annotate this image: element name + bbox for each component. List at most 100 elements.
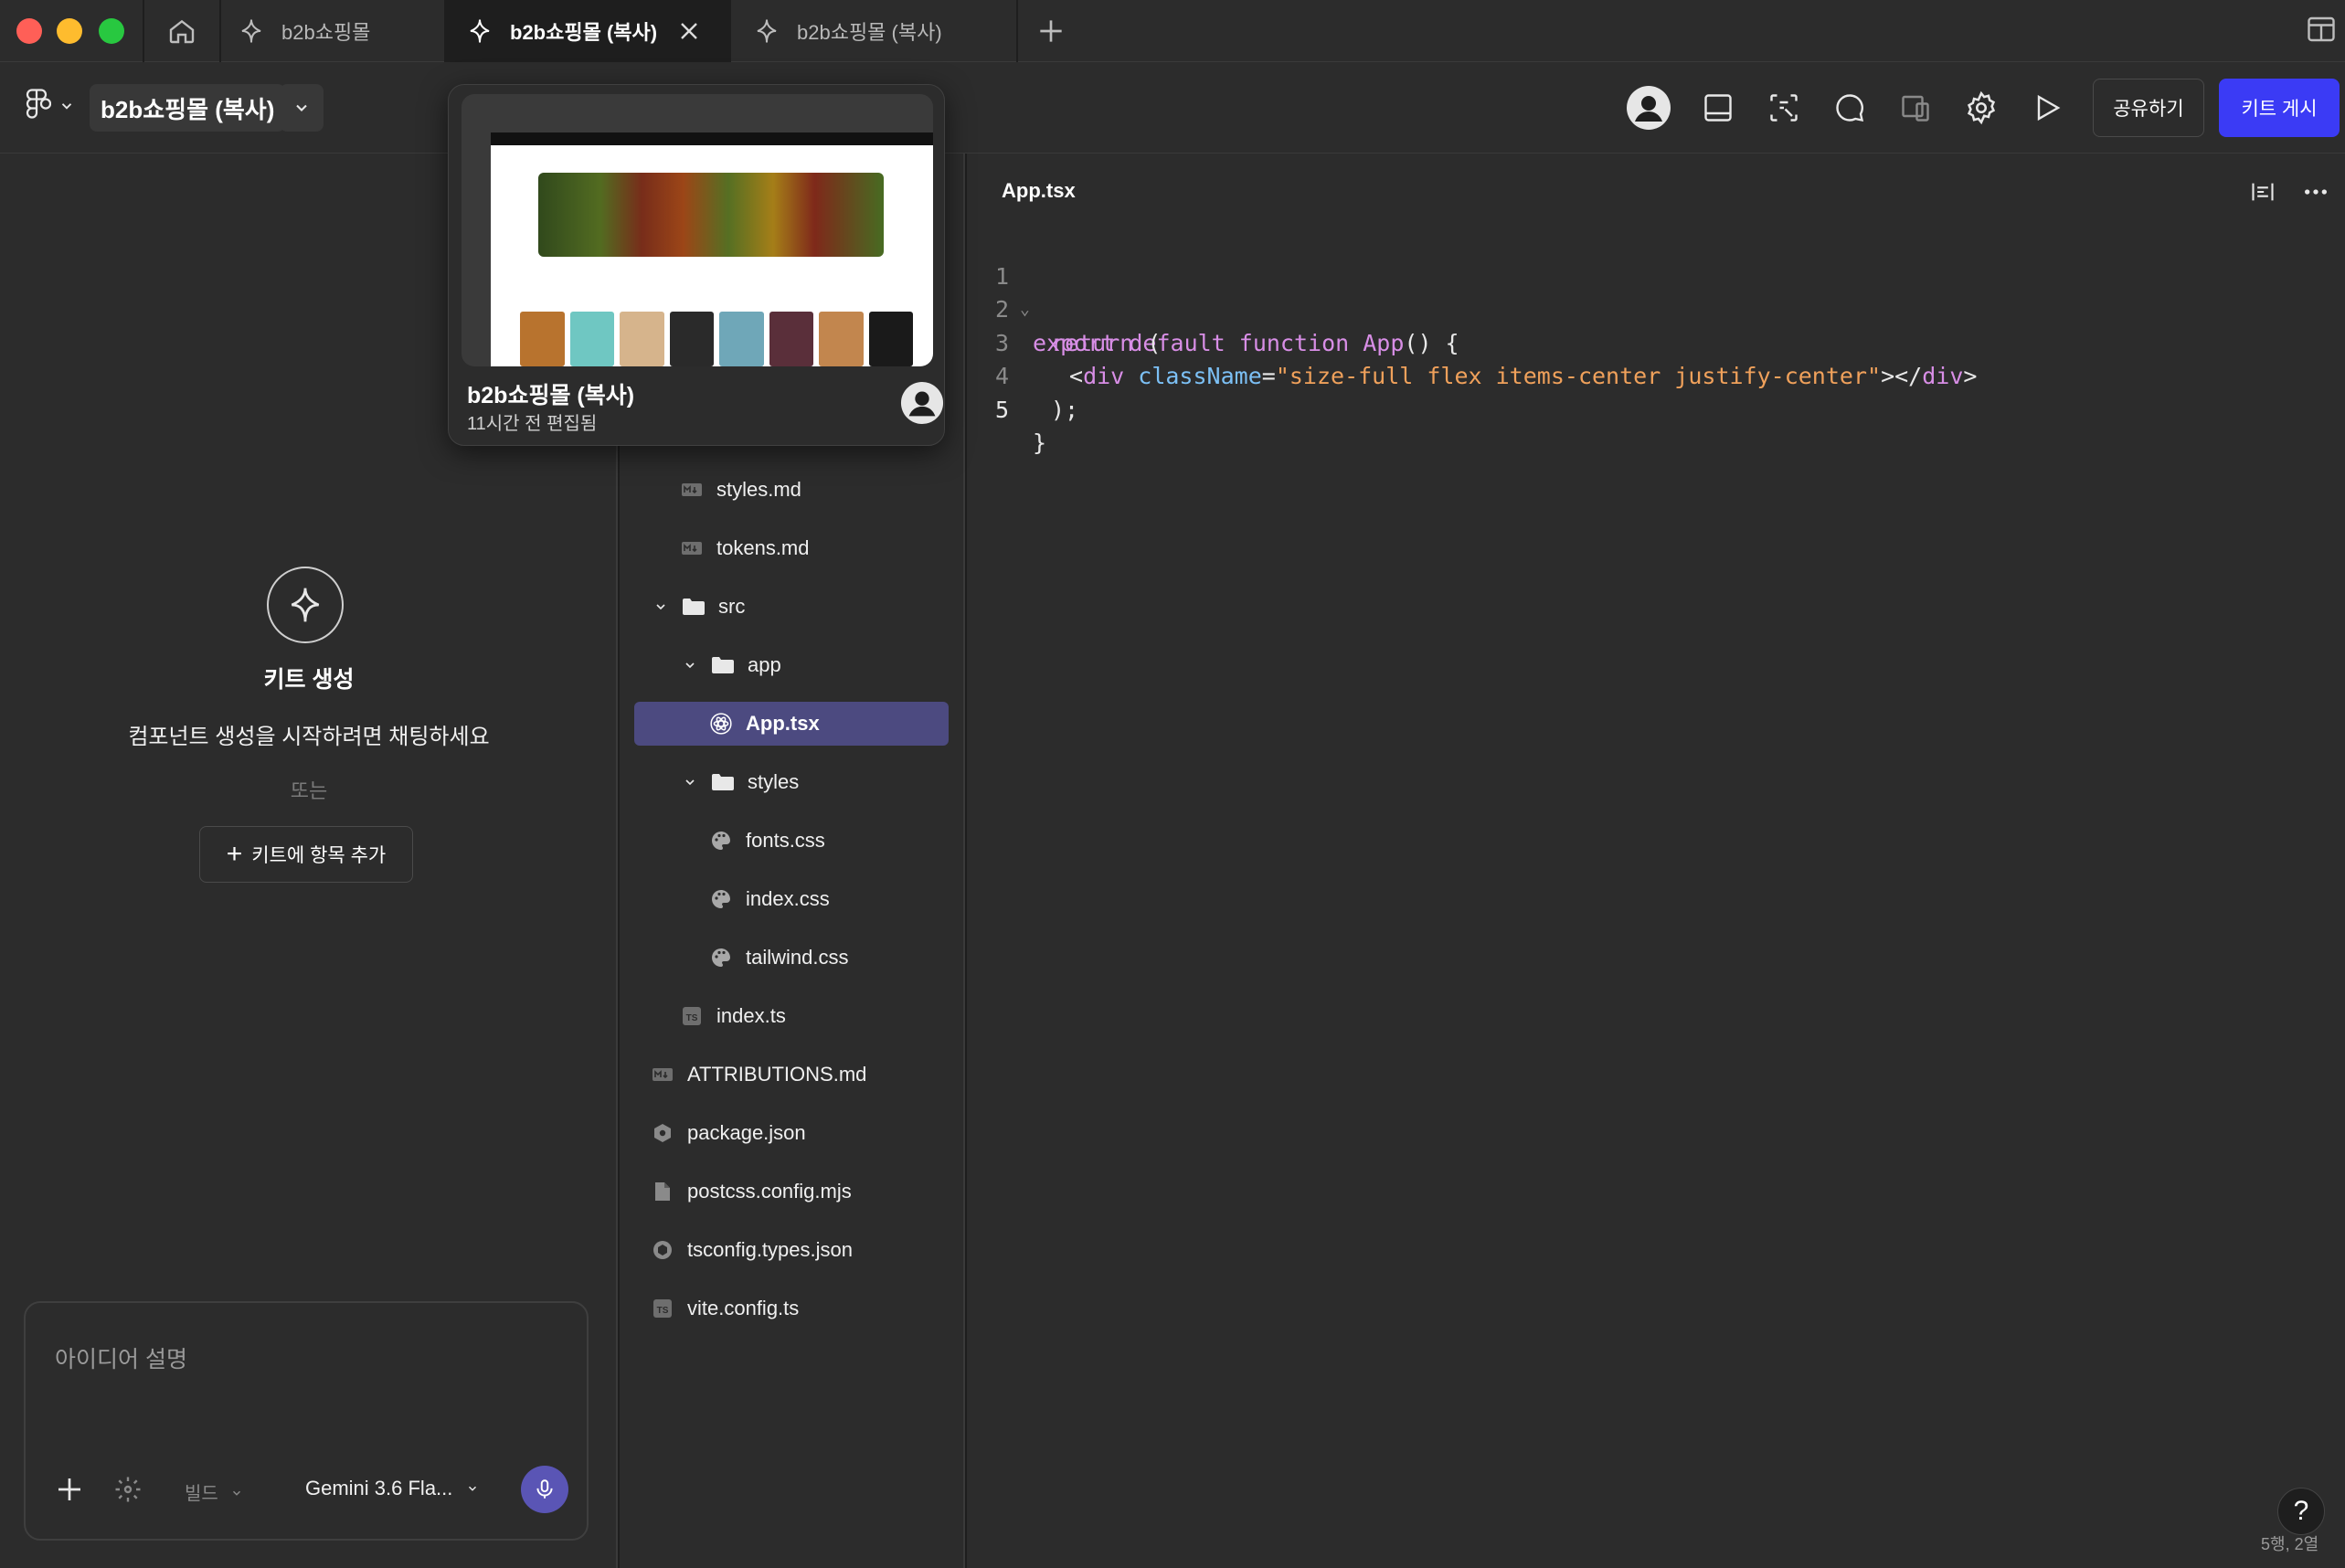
format-button[interactable] [2246,175,2279,208]
device-preview-button[interactable] [1892,84,1939,132]
comment-icon [1836,94,1864,122]
folder-icon [682,595,706,619]
close-tab-icon[interactable] [674,16,704,46]
tree-item-tokens-md[interactable]: tokens.md [620,526,963,570]
add-to-kit-button[interactable]: + 키트에 항목 추가 [199,826,413,883]
chat-input-placeholder[interactable]: 아이디어 설명 [55,1341,187,1374]
publish-kit-button[interactable]: 키트 게시 [2219,79,2340,137]
title-bar: b2b쇼핑몰 b2b쇼핑몰 (복사) b2b쇼핑몰 (복사) [0,0,2345,62]
chevron-down-icon [61,103,72,110]
avatar-icon [900,381,944,425]
tree-item-package-json[interactable]: package.json [620,1111,963,1155]
tree-item-src-folder[interactable]: src [620,585,963,629]
thumbnail-page [491,132,933,366]
plus-icon: + [226,839,243,869]
palette-icon [709,946,733,969]
tree-item-label: ATTRIBUTIONS.md [687,1063,867,1086]
model-select-dropdown[interactable]: Gemini 3.6 Fla... [305,1477,479,1500]
add-to-kit-label: 키트에 항목 추가 [251,845,387,866]
tab-separator [1016,0,1018,62]
tree-item-label: src [718,595,746,618]
comment-button[interactable] [1826,84,1873,132]
tree-item-tsconfig-types[interactable]: tsconfig.types.json [620,1228,963,1272]
chevron-down-icon [296,104,307,111]
layout-panel-icon [1704,94,1732,122]
build-mode-dropdown[interactable]: 빌드 [185,1478,243,1505]
home-button[interactable] [144,0,219,62]
folder-icon [711,770,735,794]
chevron-down-icon[interactable] [680,772,700,792]
preview-thumbnail [462,94,933,366]
home-icon [169,19,195,44]
settings-icon [1967,90,1996,125]
minimize-window-button[interactable] [57,18,82,44]
code-line: 5 } [967,360,1049,457]
file-name[interactable]: b2b쇼핑몰 (복사) [90,84,286,132]
tree-item-attributions-md[interactable]: ATTRIBUTIONS.md [620,1053,963,1097]
magic-sparkle-icon[interactable] [111,1473,144,1506]
kit-sparkle-icon [291,588,320,622]
chevron-down-icon[interactable] [680,655,700,675]
layout-panel-button[interactable] [1694,84,1742,132]
markdown-icon [651,1063,674,1086]
chevron-down-icon [233,1490,241,1496]
file-menu-dropdown[interactable] [280,84,324,132]
tree-item-index-css[interactable]: index.css [620,877,963,921]
kit-logo [267,567,344,643]
chevron-down-icon [468,1486,476,1491]
tree-item-label: tailwind.css [746,946,849,969]
tree-item-vite-config[interactable]: TS vite.config.ts [620,1287,963,1330]
tree-item-label: tsconfig.types.json [687,1238,853,1261]
microphone-icon [536,1479,553,1499]
tab-b2b-shop-copy-2[interactable]: b2b쇼핑몰 (복사) [731,0,1016,62]
help-button[interactable]: ? [2277,1488,2325,1535]
tree-item-styles-folder[interactable]: styles [620,760,963,804]
avatar-icon [1627,86,1671,130]
tree-item-styles-md[interactable]: styles.md [620,468,963,512]
attach-plus-icon[interactable] [53,1473,86,1506]
tree-item-label: package.json [687,1121,806,1144]
tree-item-postcss-config[interactable]: postcss.config.mjs [620,1170,963,1213]
settings-hex-icon [651,1238,674,1262]
maximize-window-button[interactable] [99,18,124,44]
svg-text:TS: TS [657,1306,669,1316]
more-options-button[interactable] [2299,175,2332,208]
window-layout-icon[interactable] [2305,13,2338,46]
tab-b2b-shop-copy-active[interactable]: b2b쇼핑몰 (복사) [446,0,729,62]
tree-item-fonts-css[interactable]: fonts.css [620,819,963,863]
main-menu-button[interactable] [22,88,75,124]
share-button[interactable]: 공유하기 [2093,79,2204,137]
settings-button[interactable] [1958,84,2005,132]
play-button[interactable] [2023,84,2071,132]
tree-item-label: app [748,653,781,676]
tree-item-app-folder[interactable]: app [620,643,963,687]
code-line: 3 <div className="size-full flex items-c… [967,293,1978,390]
inspect-button[interactable] [1760,84,1808,132]
tree-item-label: tokens.md [716,536,810,559]
cursor-position-status: 5행, 2열 [2261,1535,2319,1553]
code-content[interactable]: 1 ⌄ export default function App() { 2 re… [967,227,1978,457]
palette-icon [709,887,733,911]
code-line: 4 ); [967,327,1078,423]
new-tab-plus-icon[interactable] [1033,13,1069,49]
chat-input-box[interactable]: 아이디어 설명 빌드 Gemini 3.6 Fla... [24,1301,589,1541]
tree-item-app-tsx[interactable]: App.tsx [634,702,949,746]
hexagon-icon [651,1121,674,1145]
tree-item-index-ts[interactable]: TS index.ts [620,994,963,1038]
close-window-button[interactable] [16,18,42,44]
tab-preview-card[interactable]: b2b쇼핑몰 (복사) 11시간 전 편집됨 [448,84,945,446]
voice-input-button[interactable] [521,1466,568,1513]
or-label: 또는 [290,779,328,802]
tab-b2b-shop[interactable]: b2b쇼핑몰 [221,0,444,62]
toolbar: b2b쇼핑몰 (복사) 공유하기 키트 게시 [0,62,2345,154]
kit-subtitle: 컴포넌트 생성을 시작하려면 채팅하세요 [128,725,490,749]
kit-sparkle-icon [470,19,490,43]
tree-item-label: index.css [746,887,830,910]
tree-item-tailwind-css[interactable]: tailwind.css [620,936,963,980]
user-avatar-button[interactable] [1625,84,1672,132]
line-number: 5 [994,396,1009,423]
editor-file-title: App.tsx [1002,179,1076,202]
chevron-down-icon[interactable] [651,597,671,617]
typescript-icon: TS [680,1004,704,1028]
align-format-icon [2252,183,2274,201]
